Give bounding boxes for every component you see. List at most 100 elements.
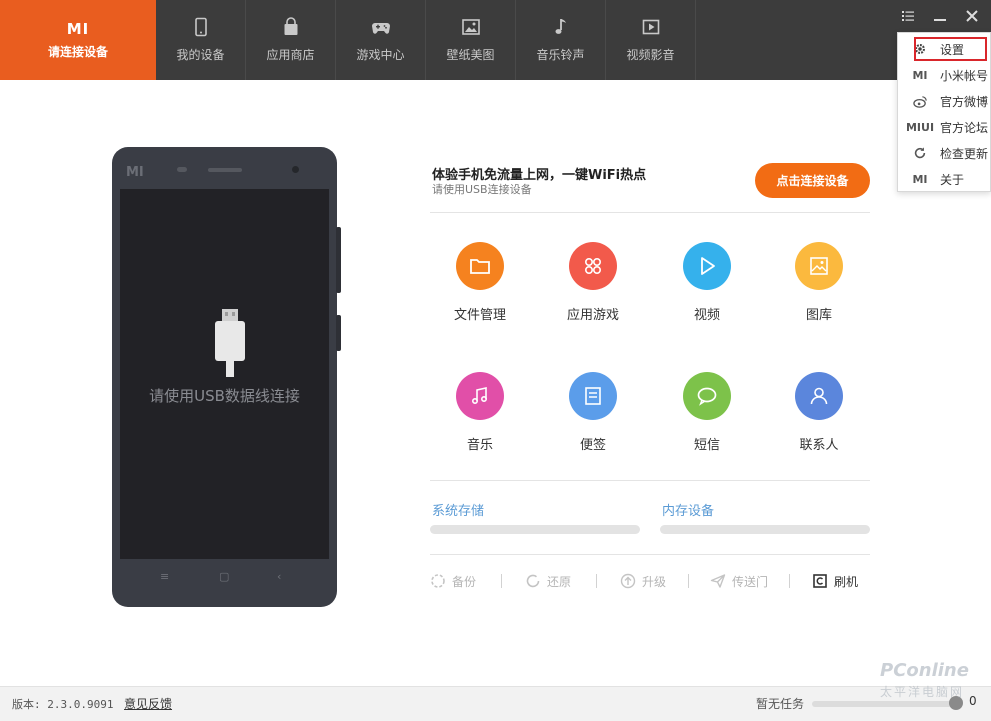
feature-label: 联系人 (799, 438, 839, 453)
task-count: 0 (969, 694, 977, 708)
minimize-button[interactable] (931, 6, 949, 26)
phone-icon (194, 17, 207, 37)
menu-list-icon (902, 11, 914, 21)
action-label: 传送门 (732, 574, 769, 589)
tab-label: 游戏中心 (356, 48, 405, 62)
music-note-icon (555, 19, 566, 34)
feature-music[interactable]: 音乐 (430, 372, 530, 462)
close-button[interactable] (963, 6, 981, 26)
connect-device-tab[interactable]: MI 请连接设备 (0, 0, 156, 80)
feature-file-manager[interactable]: 文件管理 (430, 242, 530, 332)
tab-wallpaper[interactable]: 壁纸美图 (426, 0, 516, 80)
home-softkey-icon: ▢ (219, 570, 230, 583)
image-icon (795, 242, 843, 290)
phone-side-button (336, 315, 341, 351)
feature-label: 图库 (805, 308, 832, 323)
gamepad-icon (371, 23, 390, 34)
usb-plug-icon (215, 309, 245, 377)
feature-messages[interactable]: 短信 (657, 372, 757, 462)
weibo-icon (912, 93, 928, 109)
tab-my-device[interactable]: 我的设备 (156, 0, 246, 80)
send-icon (710, 574, 726, 588)
music-icon (456, 372, 504, 420)
phone-camera (292, 166, 299, 173)
portal-button[interactable]: 传送门 (710, 572, 768, 590)
connect-device-button[interactable]: 点击连接设备 (755, 163, 870, 198)
shopping-bag-icon (284, 17, 297, 35)
miui-logo-icon: MIUI (905, 120, 935, 134)
mi-phone-assistant-window: MI 请连接设备 我的设备 应用商店 游戏中心 壁纸美图 音乐铃声 视频影音 设… (0, 0, 991, 721)
tab-label: 视频影音 (626, 48, 675, 62)
menu-item-about[interactable]: MI 关于 (898, 166, 991, 192)
phone-mi-mark: MI (126, 165, 144, 180)
menu-item-weibo[interactable]: 官方微博 (898, 88, 991, 114)
phone-speaker (208, 168, 242, 172)
backup-icon (431, 574, 445, 588)
menu-item-mi-account[interactable]: MI 小米帐号 (898, 62, 991, 88)
divider (430, 212, 870, 213)
restore-button[interactable]: 还原 (525, 572, 571, 590)
menu-item-label: 小米帐号 (940, 68, 989, 83)
menu-item-forum[interactable]: MIUI 官方论坛 (898, 114, 991, 140)
restore-icon (526, 574, 540, 588)
menu-item-settings[interactable]: 设置 (898, 36, 991, 62)
menu-softkey-icon: ≡ (160, 570, 170, 583)
phone-sensor (177, 167, 187, 172)
tab-label: 音乐铃声 (536, 48, 585, 62)
tab-label: 壁纸美图 (446, 48, 495, 62)
settings-dropdown-menu: 设置 MI 小米帐号 官方微博 MIUI 官方论坛 检查更新 MI 关于 (897, 32, 991, 192)
mi-logo-icon: MI (66, 19, 90, 38)
picture-icon (461, 19, 480, 35)
tab-label: 我的设备 (176, 48, 225, 62)
feature-label: 视频 (693, 308, 720, 323)
tab-label: 应用商店 (266, 48, 315, 62)
backup-button[interactable]: 备份 (430, 572, 476, 590)
upgrade-button[interactable]: 升级 (620, 572, 666, 590)
menu-item-label: 关于 (940, 172, 965, 187)
connect-device-label: 请连接设备 (47, 44, 108, 59)
gear-icon (912, 41, 928, 57)
flash-button[interactable]: 刷机 (812, 572, 858, 590)
menu-item-label: 设置 (940, 42, 965, 57)
folder-icon (456, 242, 504, 290)
memory-device-bar (660, 525, 870, 534)
system-storage-label[interactable]: 系统存储 (432, 500, 484, 519)
window-controls (899, 6, 981, 26)
mi-logo-icon: MI (912, 68, 928, 82)
action-label: 还原 (547, 574, 572, 589)
flash-icon (813, 574, 827, 588)
feature-label: 短信 (693, 438, 720, 453)
feedback-link[interactable]: 意见反馈 (124, 695, 172, 712)
feature-apps-games[interactable]: 应用游戏 (543, 242, 643, 332)
phone-illustration: MI 请使用USB数据线连接 ≡ ▢ ‹ (112, 147, 341, 607)
tab-app-store[interactable]: 应用商店 (246, 0, 336, 80)
feature-notes[interactable]: 便签 (543, 372, 643, 462)
phone-softkeys: ≡ ▢ ‹ (112, 570, 337, 590)
upgrade-icon (620, 573, 636, 589)
tab-music[interactable]: 音乐铃声 (516, 0, 606, 80)
menu-item-check-update[interactable]: 检查更新 (898, 140, 991, 166)
close-icon (966, 10, 978, 22)
menu-button[interactable] (899, 6, 917, 26)
feature-label: 文件管理 (453, 308, 506, 323)
feature-video[interactable]: 视频 (657, 242, 757, 332)
feature-label: 音乐 (466, 438, 493, 453)
feature-label: 应用游戏 (566, 308, 619, 323)
minimize-icon (934, 19, 946, 21)
action-label: 刷机 (834, 574, 859, 589)
video-play-icon (642, 19, 659, 35)
separator (501, 574, 502, 588)
action-label: 备份 (452, 574, 477, 589)
feature-label: 便签 (579, 438, 606, 453)
tab-game-center[interactable]: 游戏中心 (336, 0, 426, 80)
feature-gallery[interactable]: 图库 (769, 242, 869, 332)
refresh-icon (912, 145, 928, 161)
tab-video[interactable]: 视频影音 (606, 0, 696, 80)
promo-subtitle: 请使用USB连接设备 (432, 183, 532, 196)
action-label: 升级 (642, 574, 667, 589)
status-bar: 版本: 2.3.0.9091 意见反馈 暂无任务 0 (0, 686, 991, 721)
memory-device-label[interactable]: 内存设备 (662, 500, 714, 519)
phone-side-button (336, 227, 341, 293)
feature-contacts[interactable]: 联系人 (769, 372, 869, 462)
system-storage-bar (430, 525, 640, 534)
